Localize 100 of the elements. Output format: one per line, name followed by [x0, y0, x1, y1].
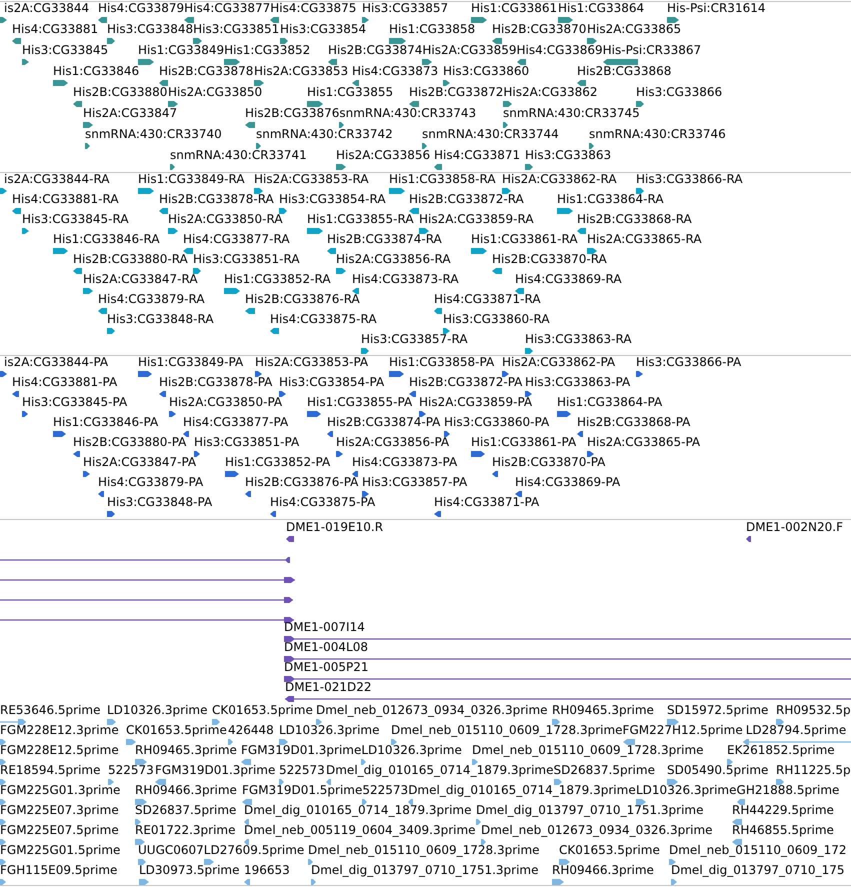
- right-arrow-icon[interactable]: [135, 838, 145, 844]
- right-arrow-icon[interactable]: [83, 288, 93, 294]
- arrow-line[interactable]: [0, 617, 294, 623]
- left-arrow-icon[interactable]: [352, 288, 359, 294]
- left-arrow-icon[interactable]: [159, 390, 166, 396]
- right-arrow-icon[interactable]: [194, 450, 200, 456]
- right-arrow-icon[interactable]: [53, 80, 68, 86]
- right-arrow-icon[interactable]: [279, 208, 287, 214]
- right-arrow-icon[interactable]: [559, 858, 570, 864]
- right-arrow-icon[interactable]: [0, 370, 7, 376]
- right-arrow-icon[interactable]: [776, 778, 784, 784]
- right-arrow-icon[interactable]: [0, 16, 7, 22]
- right-arrow-icon[interactable]: [135, 818, 141, 824]
- left-arrow-icon[interactable]: [515, 490, 522, 496]
- right-arrow-icon[interactable]: [636, 100, 644, 106]
- right-arrow-icon[interactable]: [361, 758, 366, 764]
- right-arrow-icon[interactable]: [135, 758, 147, 764]
- right-arrow-icon[interactable]: [671, 878, 677, 884]
- right-arrow-icon[interactable]: [107, 328, 115, 334]
- right-arrow-icon[interactable]: [557, 208, 573, 214]
- left-arrow-icon[interactable]: [352, 80, 359, 86]
- right-arrow-icon[interactable]: [279, 390, 286, 396]
- right-arrow-icon[interactable]: [254, 80, 264, 86]
- left-arrow-icon[interactable]: [12, 38, 21, 44]
- left-arrow-icon[interactable]: [184, 16, 194, 22]
- right-arrow-icon[interactable]: [307, 228, 323, 234]
- right-arrow-icon[interactable]: [22, 410, 28, 416]
- right-arrow-icon[interactable]: [422, 142, 427, 148]
- right-arrow-icon[interactable]: [362, 490, 369, 496]
- left-arrow-icon[interactable]: [270, 16, 280, 22]
- right-arrow-icon[interactable]: [139, 878, 149, 884]
- right-arrow-icon[interactable]: [391, 738, 397, 744]
- right-arrow-icon[interactable]: [589, 142, 594, 148]
- right-arrow-icon[interactable]: [636, 370, 643, 376]
- left-arrow-icon[interactable]: [746, 536, 751, 542]
- right-arrow-icon[interactable]: [587, 38, 597, 44]
- right-arrow-icon[interactable]: [476, 818, 481, 824]
- left-arrow-icon[interactable]: [159, 80, 168, 86]
- right-arrow-icon[interactable]: [53, 248, 68, 254]
- right-arrow-icon[interactable]: [0, 858, 6, 864]
- right-arrow-icon[interactable]: [389, 38, 406, 44]
- left-arrow-icon[interactable]: [352, 470, 358, 476]
- right-arrow-icon[interactable]: [361, 348, 369, 354]
- left-arrow-icon[interactable]: [245, 308, 255, 314]
- right-arrow-icon[interactable]: [254, 188, 263, 194]
- left-arrow-icon[interactable]: [434, 308, 442, 314]
- left-arrow-icon[interactable]: [328, 58, 337, 64]
- left-arrow-icon[interactable]: [286, 536, 294, 542]
- right-arrow-icon[interactable]: [255, 370, 262, 376]
- left-arrow-icon[interactable]: [73, 268, 82, 274]
- right-arrow-icon[interactable]: [22, 58, 29, 64]
- arrow-line[interactable]: [284, 676, 851, 682]
- left-arrow-icon[interactable]: [492, 470, 498, 476]
- right-arrow-icon[interactable]: [307, 410, 321, 416]
- left-arrow-icon[interactable]: [98, 16, 107, 22]
- right-arrow-icon[interactable]: [636, 798, 646, 804]
- left-arrow-icon[interactable]: [434, 510, 441, 516]
- arrow-line[interactable]: [0, 557, 290, 563]
- right-arrow-icon[interactable]: [419, 410, 426, 416]
- right-arrow-icon[interactable]: [389, 188, 405, 194]
- right-arrow-icon[interactable]: [525, 164, 533, 170]
- left-arrow-icon[interactable]: [270, 510, 276, 516]
- right-arrow-icon[interactable]: [636, 188, 644, 194]
- arrow-line[interactable]: [285, 696, 851, 702]
- left-arrow-icon[interactable]: [434, 164, 442, 170]
- right-arrow-icon[interactable]: [107, 510, 115, 516]
- left-arrow-icon[interactable]: [516, 58, 526, 64]
- left-arrow-icon[interactable]: [409, 100, 419, 106]
- left-arrow-icon[interactable]: [577, 228, 586, 234]
- left-arrow-icon[interactable]: [159, 208, 168, 214]
- right-arrow-icon[interactable]: [193, 268, 201, 274]
- right-arrow-icon[interactable]: [525, 390, 532, 396]
- right-arrow-icon[interactable]: [471, 248, 487, 254]
- right-arrow-icon[interactable]: [525, 348, 533, 354]
- left-arrow-icon[interactable]: [183, 248, 193, 254]
- right-arrow-icon[interactable]: [667, 16, 679, 22]
- left-arrow-icon[interactable]: [602, 58, 638, 64]
- right-arrow-icon[interactable]: [362, 16, 369, 22]
- right-arrow-icon[interactable]: [168, 100, 178, 106]
- right-arrow-icon[interactable]: [170, 164, 175, 170]
- right-arrow-icon[interactable]: [280, 38, 288, 44]
- right-arrow-icon[interactable]: [552, 718, 560, 724]
- right-arrow-icon[interactable]: [336, 164, 346, 170]
- right-arrow-icon[interactable]: [471, 450, 485, 456]
- left-arrow-icon[interactable]: [577, 80, 586, 86]
- right-arrow-icon[interactable]: [22, 228, 29, 234]
- left-arrow-icon[interactable]: [73, 450, 80, 456]
- right-arrow-icon[interactable]: [224, 58, 240, 64]
- left-arrow-icon[interactable]: [183, 430, 189, 436]
- right-arrow-icon[interactable]: [126, 738, 136, 744]
- left-arrow-icon[interactable]: [98, 490, 104, 496]
- right-arrow-icon[interactable]: [443, 328, 450, 334]
- left-arrow-icon[interactable]: [327, 430, 333, 436]
- right-arrow-icon[interactable]: [0, 878, 6, 884]
- left-arrow-icon[interactable]: [245, 490, 251, 496]
- right-arrow-icon[interactable]: [83, 122, 93, 128]
- left-arrow-icon[interactable]: [98, 308, 107, 314]
- right-arrow-icon[interactable]: [85, 142, 90, 148]
- right-arrow-icon[interactable]: [587, 248, 597, 254]
- right-arrow-icon[interactable]: [107, 38, 115, 44]
